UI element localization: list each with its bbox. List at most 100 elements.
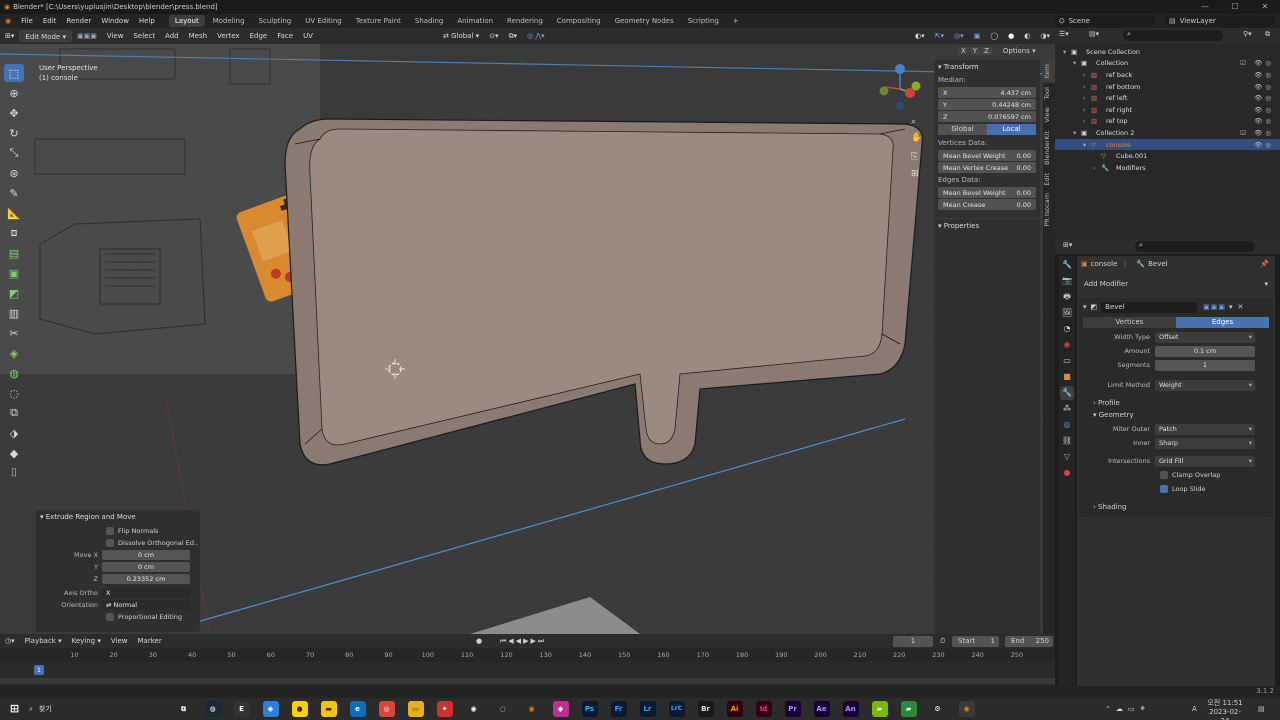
app-red-icon[interactable]: ✦	[436, 701, 453, 717]
frame-ruler[interactable]: 1 10 20 30 40 50 60 70 80 90 100 110 120 130 140 150 16…	[0, 648, 1055, 675]
affect-vertices-button[interactable]: Vertices	[1083, 317, 1176, 328]
tool-properties-icon[interactable]: 🔧	[1060, 258, 1074, 272]
mode-dropdown[interactable]: Edit Mode ▾	[19, 30, 72, 42]
segments-field[interactable]: 1	[1155, 359, 1255, 371]
app-globe-icon[interactable]: ◌	[495, 701, 511, 717]
spin-tool-icon[interactable]: ◍	[4, 364, 24, 382]
outliner-row[interactable]: › ▨ ref top 👁◎	[1055, 116, 1280, 128]
tab-animation[interactable]: Animation	[451, 15, 499, 27]
app-id-icon[interactable]: Id	[755, 701, 772, 717]
menu-playback[interactable]: Playback ▾	[20, 635, 67, 647]
filter-icon[interactable]: ⚲▾	[1243, 30, 1252, 38]
edge-icon[interactable]: e	[349, 701, 366, 717]
operator-title[interactable]: ▾ Extrude Region and Move	[36, 510, 200, 524]
menu-edge[interactable]: Edge	[245, 30, 273, 42]
tab-modeling[interactable]: Modeling	[207, 15, 251, 27]
tab-view[interactable]: View	[1043, 103, 1055, 126]
outliner-row[interactable]: ▽ Cube.001	[1055, 150, 1280, 162]
windows-start-icon[interactable]: ⊞	[7, 701, 23, 717]
axis-ortho-dropdown[interactable]: X	[102, 587, 190, 598]
current-frame-field[interactable]: 1	[893, 635, 933, 647]
data-properties-icon[interactable]: ▽	[1060, 450, 1074, 464]
object-properties-icon[interactable]: ■	[1060, 370, 1074, 384]
app-pr-icon[interactable]: Pr	[784, 701, 801, 717]
tab-scripting[interactable]: Scripting	[682, 15, 725, 27]
modifier-delete-icon[interactable]: ✕	[1238, 303, 1244, 311]
mean-vertex-crease[interactable]: Mean Vertex Crease 0.00	[938, 162, 1036, 173]
axis-x-button[interactable]: X	[958, 47, 969, 55]
collapse-chevron-icon[interactable]: ▾	[1083, 303, 1087, 311]
visibility-toggle-icons[interactable]: ☑ 👁◎	[1240, 59, 1274, 67]
outliner-row[interactable]: › ▨ ref left 👁◎	[1055, 92, 1280, 104]
timeline-scrollbar[interactable]	[0, 678, 1055, 684]
transform-header[interactable]: ▾ Transform	[934, 60, 1040, 74]
clock-icon[interactable]: ⏱	[940, 637, 945, 646]
expand-chevron-icon[interactable]: ›	[1083, 117, 1091, 125]
move-z-field[interactable]: 0.23352 cm	[102, 573, 190, 584]
tab-blenderkit[interactable]: BlenderKit	[1043, 127, 1055, 169]
view-layer-properties-icon[interactable]: 🖼	[1060, 306, 1074, 320]
modifier-menu-icon[interactable]: ▾	[1229, 303, 1233, 311]
system-tray-icons[interactable]: ⌃☁▭⚘	[1105, 705, 1151, 713]
visibility-toggle-icons[interactable]: ☑ 👁◎	[1240, 129, 1274, 137]
transform-tool-icon[interactable]: ⊛	[4, 164, 24, 182]
notes-icon[interactable]: ▬	[320, 701, 337, 717]
input-language[interactable]: A	[1192, 705, 1197, 713]
tab-edit[interactable]: Edit	[1043, 169, 1055, 190]
loop-slide-checkbox[interactable]	[1160, 485, 1168, 493]
shading-subpanel[interactable]: › Shading	[1079, 497, 1273, 511]
shrink-tool-icon[interactable]: ⬗	[4, 424, 24, 442]
local-button[interactable]: Local	[987, 124, 1036, 135]
pin-icon[interactable]: 📌	[1260, 260, 1269, 268]
amount-field[interactable]: 0.1 cm	[1155, 345, 1255, 357]
blender-taskbar-icon[interactable]: ◉	[524, 701, 540, 717]
outliner-row[interactable]: ▾ ▣ Collection ☑ 👁◎	[1055, 58, 1280, 70]
menu-keying[interactable]: Keying ▾	[67, 635, 106, 647]
rotate-tool-icon[interactable]: ↻	[4, 124, 24, 142]
file-explorer-icon[interactable]: ▭	[407, 701, 424, 717]
maximize-button[interactable]: ☐	[1220, 0, 1250, 14]
shading-solid-icon[interactable]: ●	[1003, 30, 1019, 42]
affect-edges-button[interactable]: Edges	[1176, 317, 1269, 328]
extrude-tool-icon[interactable]: ▤	[4, 244, 24, 262]
add-cube-tool-icon[interactable]: ⧈	[4, 224, 24, 242]
visibility-toggle-icons[interactable]: 👁◎	[1254, 141, 1274, 149]
snap-icon[interactable]: ⧉▾	[504, 30, 523, 42]
output-properties-icon[interactable]: 🖶	[1060, 290, 1074, 304]
expand-chevron-icon[interactable]: ›	[1083, 106, 1091, 114]
modifier-visibility-icons[interactable]: ▣▣▣	[1203, 303, 1226, 311]
tab-layout[interactable]: Layout	[168, 15, 205, 27]
outliner-row[interactable]: › 🔧 Modifiers	[1055, 162, 1280, 174]
axis-z-button[interactable]: Z	[981, 47, 992, 55]
inset-tool-icon[interactable]: ▣	[4, 264, 24, 282]
menu-render[interactable]: Render	[61, 14, 96, 28]
menu-edit[interactable]: Edit	[38, 14, 62, 28]
geometry-subpanel[interactable]: ▾ Geometry	[1079, 409, 1273, 421]
collection-properties-icon[interactable]: ▭	[1060, 354, 1074, 368]
menu-vertex[interactable]: Vertex	[212, 30, 245, 42]
menu-select[interactable]: Select	[128, 30, 160, 42]
profile-subpanel[interactable]: › Profile	[1079, 393, 1273, 409]
outliner-row[interactable]: ▾ ▽ console 👁◎	[1055, 138, 1280, 151]
flip-normals-checkbox[interactable]	[106, 526, 114, 535]
shading-material-icon[interactable]: ◐	[1019, 30, 1035, 42]
loop-cut-tool-icon[interactable]: ▥	[4, 304, 24, 322]
physics-properties-icon[interactable]: ◎	[1060, 418, 1074, 432]
outliner-row[interactable]: › ▨ ref right 👁◎	[1055, 104, 1280, 116]
expand-chevron-icon[interactable]: ›	[1083, 83, 1091, 91]
nvidia-icon[interactable]: ▰	[871, 701, 888, 717]
app-lrc-icon[interactable]: LrC	[668, 701, 685, 717]
app-an-icon[interactable]: An	[842, 701, 859, 717]
pivot-icon[interactable]: ⊙▾	[484, 30, 503, 42]
outliner-row[interactable]: ▾ ▣ Collection 2 ☑ 👁◎	[1055, 127, 1280, 139]
shading-rendered-icon[interactable]: ◑▾	[1035, 30, 1055, 42]
poly-build-tool-icon[interactable]: ◈	[4, 344, 24, 362]
expand-chevron-icon[interactable]: ›	[1083, 71, 1091, 79]
expand-chevron-icon[interactable]: ▾	[1073, 129, 1081, 137]
select-mode-icons[interactable]: ▣▣▣	[72, 30, 102, 42]
tab-tool[interactable]: Tool	[1043, 83, 1055, 104]
menu-view[interactable]: View	[102, 30, 129, 42]
measure-tool-icon[interactable]: 📐	[4, 204, 24, 222]
new-collection-icon[interactable]: ⧉	[1265, 30, 1270, 39]
expand-chevron-icon[interactable]: ›	[1093, 164, 1101, 172]
